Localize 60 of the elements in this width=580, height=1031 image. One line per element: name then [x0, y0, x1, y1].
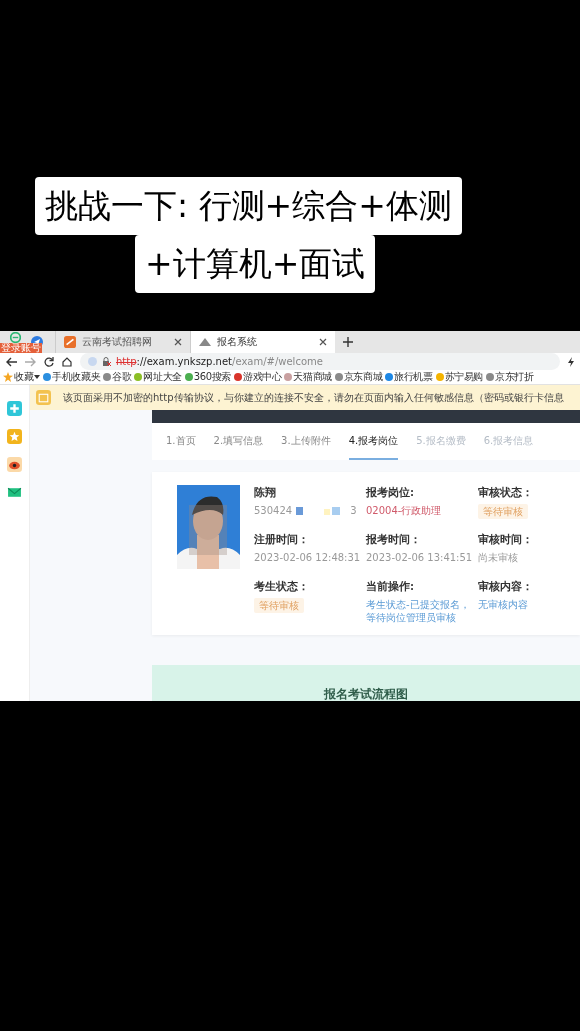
reload-icon[interactable] [44, 356, 54, 367]
step-tab[interactable]: 3.上传附件 [281, 423, 331, 460]
step-tab[interactable]: 1.首页 [166, 423, 196, 460]
browser-tab[interactable]: 报名系统 [190, 331, 335, 353]
field-value: 02004-行政助理 [366, 504, 443, 517]
flow-chart-title: 报名考试流程图 [324, 686, 408, 701]
lightning-icon[interactable] [568, 356, 574, 367]
status-text: 无审核内容 [478, 598, 529, 611]
close-icon[interactable] [174, 338, 182, 346]
caption-text: 挑战一下: 行测+综合+体测 [35, 177, 462, 235]
field-value: 2023-02-06 13:41:51 [366, 551, 474, 564]
applicant-name: 陈翔 [254, 485, 277, 500]
bookmark-link[interactable]: 京东商城 [334, 370, 383, 384]
field-value: 尚未审核 [478, 551, 519, 564]
plus-icon [7, 401, 22, 416]
bookmark-link[interactable]: 天猫商城 [284, 370, 332, 384]
field-label: 报考时间： [366, 532, 422, 547]
back-icon[interactable] [6, 356, 17, 367]
status-tag: 等待审核 [254, 598, 304, 613]
field-label: 审核内容： [478, 579, 534, 594]
eye-icon [7, 457, 22, 472]
mail-icon [7, 485, 22, 500]
field-label: 考生状态： [254, 579, 310, 594]
url-text: http://exam.ynkszp.net/exam/#/welcome [116, 356, 323, 367]
field-label: 报考岗位: [366, 485, 416, 500]
field-value: 2023-02-06 12:48:31 [254, 551, 362, 564]
tab-favicon-icon [199, 338, 211, 346]
tab-title: 云南考试招聘网 [82, 335, 153, 349]
address-bar[interactable]: http://exam.ynkszp.net/exam/#/welcome [80, 353, 560, 370]
bookmark-link[interactable]: 游戏中心 [233, 370, 282, 384]
field-label: 审核时间： [478, 532, 534, 547]
tab-title: 报名系统 [217, 335, 258, 349]
caret-icon [34, 375, 41, 379]
close-icon[interactable] [319, 338, 327, 346]
security-notice: 该页面采用不加密的http传输协议，与你建立的连接不安全，请勿在页面内输入任何敏感信息（密码或银行卡信息 [63, 390, 564, 405]
home-icon[interactable] [62, 356, 72, 367]
step-tab[interactable]: 4.报考岗位 [348, 423, 399, 460]
star-icon [7, 429, 22, 444]
field-label: 审核状态： [478, 485, 534, 500]
site-info-icon [88, 357, 97, 366]
bookmark-link[interactable]: 谷歌 [103, 370, 132, 384]
id-number-start: 530424 [254, 504, 293, 517]
bookmark-link[interactable]: 京东打折 [485, 370, 534, 384]
field-label: 注册时间： [254, 532, 310, 547]
bookmark-link[interactable]: 苏宁易购 [435, 370, 483, 384]
field-label: 当前操作: [366, 579, 416, 594]
bookmark-link[interactable]: 网址大全 [134, 370, 182, 384]
bookmark-link[interactable]: 旅行机票 [385, 370, 433, 384]
favorites-menu[interactable]: 收藏 [3, 370, 41, 384]
status-tag: 等待审核 [478, 504, 528, 519]
id-number-end: 3 [350, 504, 357, 517]
new-tab-icon[interactable] [343, 337, 353, 347]
tab-favicon-icon [64, 336, 76, 348]
step-tab[interactable]: 2.填写信息 [213, 423, 264, 460]
status-text: 考生状态-已提交报名，等待岗位管理员审核 [366, 598, 471, 624]
bookmark-link[interactable]: 手机收藏夹 [43, 370, 101, 384]
star-icon [3, 372, 13, 382]
caption-text: +计算机+面试 [135, 235, 376, 293]
bookmark-link[interactable]: 360搜索 [184, 370, 231, 384]
insecure-lock-icon [102, 357, 111, 366]
